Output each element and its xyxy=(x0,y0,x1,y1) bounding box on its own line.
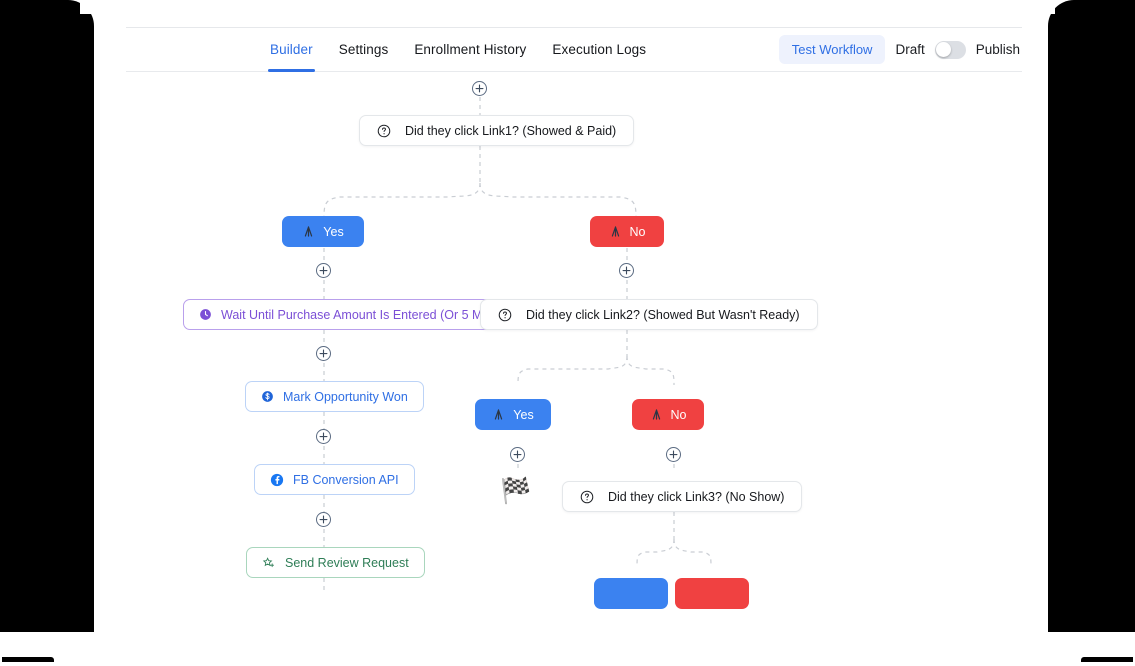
node-fb-conversion-api[interactable]: FB Conversion API xyxy=(254,464,415,495)
add-step-yes-3[interactable] xyxy=(316,429,331,444)
node-question-link3-label: Did they click Link3? (No Show) xyxy=(608,489,785,504)
branch-link2-yes-label: Yes xyxy=(513,407,534,422)
clock-icon xyxy=(199,308,212,321)
add-step-yes-2[interactable] xyxy=(316,346,331,361)
tab-enrollment-history[interactable]: Enrollment History xyxy=(414,28,526,72)
plus-icon[interactable] xyxy=(316,512,331,527)
add-step-link2-no[interactable] xyxy=(666,447,681,462)
tab-settings[interactable]: Settings xyxy=(339,28,389,72)
node-question-link1-label: Did they click Link1? (Showed & Paid) xyxy=(405,123,617,138)
add-step-yes-4[interactable] xyxy=(316,512,331,527)
add-step-link2-yes[interactable] xyxy=(510,447,525,462)
node-wait-purchase-amount[interactable]: Wait Until Purchase Amount Is Entered (O… xyxy=(183,299,519,330)
publish-toggle[interactable] xyxy=(934,40,966,59)
question-circle-icon xyxy=(498,308,512,322)
branch-link2-no-label: No xyxy=(670,407,687,422)
tab-builder[interactable]: Builder xyxy=(268,28,315,72)
node-question-link3[interactable]: Did they click Link3? (No Show) xyxy=(562,481,803,512)
add-step-no-1[interactable] xyxy=(619,263,634,278)
workflow-app: Builder Settings Enrollment History Exec… xyxy=(94,0,1048,632)
test-workflow-button[interactable]: Test Workflow xyxy=(778,35,886,64)
node-wait-purchase-amount-label: Wait Until Purchase Amount Is Entered (O… xyxy=(221,307,503,322)
branch-link1-yes-label: Yes xyxy=(323,224,344,239)
branch-link3-no[interactable] xyxy=(675,578,749,609)
dollar-circle-icon xyxy=(261,390,274,403)
branch-link2-yes[interactable]: Yes xyxy=(475,399,551,430)
add-step-yes-1[interactable] xyxy=(316,263,331,278)
letterbox-left xyxy=(0,0,94,632)
branch-link1-yes[interactable]: Yes xyxy=(282,216,364,247)
workflow-canvas[interactable]: Did they click Link1? (Showed & Paid) Ye… xyxy=(94,73,1048,632)
plus-icon[interactable] xyxy=(316,429,331,444)
branch-icon xyxy=(492,408,505,421)
node-fb-conversion-api-label: FB Conversion API xyxy=(293,472,399,487)
node-end-checkered-flag[interactable]: 🏁 xyxy=(500,479,531,504)
branch-link1-no[interactable]: No xyxy=(590,216,664,247)
branch-icon xyxy=(609,225,622,238)
draft-label: Draft xyxy=(895,42,925,57)
plus-icon[interactable] xyxy=(510,447,525,462)
tab-settings-label: Settings xyxy=(338,42,389,57)
plus-icon[interactable] xyxy=(472,81,487,96)
tab-execution-logs[interactable]: Execution Logs xyxy=(552,28,646,72)
header-actions: Test Workflow Draft Publish xyxy=(778,35,1022,64)
node-question-link2-label: Did they click Link2? (Showed But Wasn't… xyxy=(526,307,800,322)
frame-notch-left xyxy=(80,0,94,14)
screenshot-root: Builder Settings Enrollment History Exec… xyxy=(0,0,1135,666)
publish-toggle-knob xyxy=(936,42,952,57)
question-circle-icon xyxy=(377,124,391,138)
checkered-flag-icon: 🏁 xyxy=(500,477,532,505)
facebook-icon xyxy=(270,473,284,487)
workflow-edges xyxy=(323,97,712,593)
tab-execution-logs-label: Execution Logs xyxy=(552,42,647,57)
plus-icon[interactable] xyxy=(316,263,331,278)
frame-corner-bottom-left xyxy=(2,657,54,662)
frame-corner-bottom-right xyxy=(1081,657,1133,662)
branch-icon xyxy=(650,408,663,421)
node-question-link2[interactable]: Did they click Link2? (Showed But Wasn't… xyxy=(480,299,818,330)
tab-bar: Builder Settings Enrollment History Exec… xyxy=(268,28,646,72)
publish-label: Publish xyxy=(975,42,1020,57)
branch-icon xyxy=(302,225,315,238)
letterbox-right xyxy=(1048,0,1135,632)
branch-link2-no[interactable]: No xyxy=(632,399,704,430)
branch-link1-no-label: No xyxy=(629,224,646,239)
plus-icon[interactable] xyxy=(619,263,634,278)
tab-builder-label: Builder xyxy=(270,42,313,57)
tab-enrollment-history-label: Enrollment History xyxy=(414,42,527,57)
branch-link3-yes[interactable] xyxy=(594,578,668,609)
sparkle-star-icon xyxy=(262,556,276,570)
workflow-header: Builder Settings Enrollment History Exec… xyxy=(126,27,1022,72)
node-mark-opportunity-won-label: Mark Opportunity Won xyxy=(283,389,408,404)
add-step-top[interactable] xyxy=(472,81,487,96)
node-mark-opportunity-won[interactable]: Mark Opportunity Won xyxy=(245,381,424,412)
node-send-review-request-label: Send Review Request xyxy=(285,555,409,570)
plus-icon[interactable] xyxy=(316,346,331,361)
node-send-review-request[interactable]: Send Review Request xyxy=(246,547,425,578)
plus-icon[interactable] xyxy=(666,447,681,462)
node-question-link1[interactable]: Did they click Link1? (Showed & Paid) xyxy=(359,115,635,146)
question-circle-icon xyxy=(580,490,594,504)
